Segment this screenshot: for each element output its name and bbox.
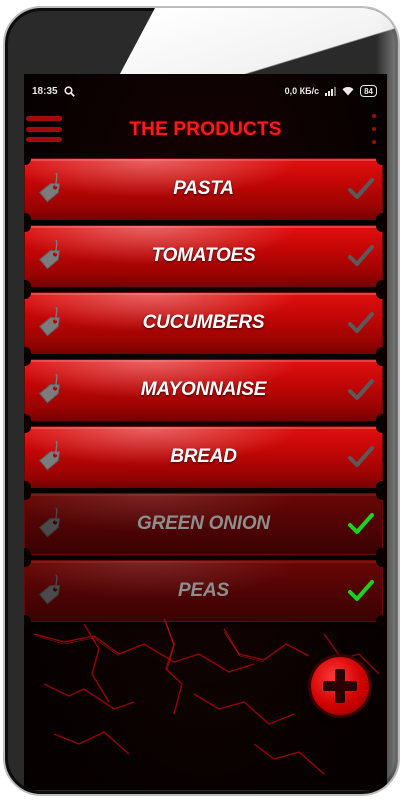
price-tag-icon [39, 575, 61, 605]
price-tag-icon [39, 374, 61, 404]
list-item[interactable]: BREAD [24, 421, 387, 493]
list-item-label: PEAS [178, 580, 229, 601]
item-notch [376, 220, 387, 232]
checkmark-icon[interactable] [348, 244, 374, 268]
signal-icon [325, 86, 337, 96]
list-item[interactable]: PASTA [24, 153, 387, 225]
item-notch [376, 488, 387, 500]
item-notch [376, 354, 387, 366]
item-notch [24, 555, 31, 567]
list-item-label: PASTA [173, 178, 234, 199]
item-notch [24, 421, 31, 433]
app-screen: 18:35 0,0 КБ/с 84 THE PRODUCTS PASTA TOM… [24, 74, 387, 790]
search-icon [63, 85, 75, 97]
status-bar: 18:35 0,0 КБ/с 84 [24, 74, 387, 108]
battery-indicator: 84 [360, 85, 377, 97]
list-item[interactable]: GREEN ONION [24, 488, 387, 560]
item-notch [376, 421, 387, 433]
checkmark-icon[interactable] [348, 445, 374, 469]
price-tag-icon [39, 307, 61, 337]
item-notch [24, 287, 31, 299]
network-speed: 0,0 КБ/с [284, 86, 320, 96]
app-bar: THE PRODUCTS [24, 108, 387, 152]
checkmark-icon[interactable] [348, 311, 374, 335]
list-item-label: BREAD [170, 446, 237, 467]
price-tag-icon [39, 441, 61, 471]
list-item-label: CUCUMBERS [142, 312, 265, 333]
status-time: 18:35 [32, 85, 58, 97]
list-item-label: GREEN ONION [137, 513, 270, 534]
list-item-label: TOMATOES [151, 245, 256, 266]
item-notch [376, 287, 387, 299]
item-notch [376, 555, 387, 567]
checkmark-icon[interactable] [348, 378, 374, 402]
price-tag-icon [39, 173, 61, 203]
checkmark-icon[interactable] [348, 512, 374, 536]
item-notch [24, 488, 31, 500]
list-item[interactable]: CUCUMBERS [24, 287, 387, 359]
list-item-label: MAYONNAISE [140, 379, 267, 400]
list-item[interactable]: TOMATOES [24, 220, 387, 292]
add-item-button[interactable] [311, 657, 369, 715]
item-notch [376, 153, 387, 165]
phone-frame: 18:35 0,0 КБ/с 84 THE PRODUCTS PASTA TOM… [3, 6, 400, 796]
item-notch [24, 354, 31, 366]
list-item[interactable]: MAYONNAISE [24, 354, 387, 426]
page-title: THE PRODUCTS [129, 119, 282, 140]
item-notch [24, 153, 31, 165]
price-tag-icon [39, 240, 61, 270]
product-list: PASTA TOMATOES CUCUMBERS MAYONNAISE BREAD GRE… [24, 153, 387, 627]
price-tag-icon [39, 508, 61, 538]
more-vertical-icon[interactable] [369, 114, 379, 144]
hamburger-menu-icon[interactable] [26, 116, 62, 142]
checkmark-icon[interactable] [348, 579, 374, 603]
item-notch [24, 220, 31, 232]
wifi-icon [342, 87, 354, 96]
checkmark-icon[interactable] [348, 177, 374, 201]
list-item[interactable]: PEAS [24, 555, 387, 627]
